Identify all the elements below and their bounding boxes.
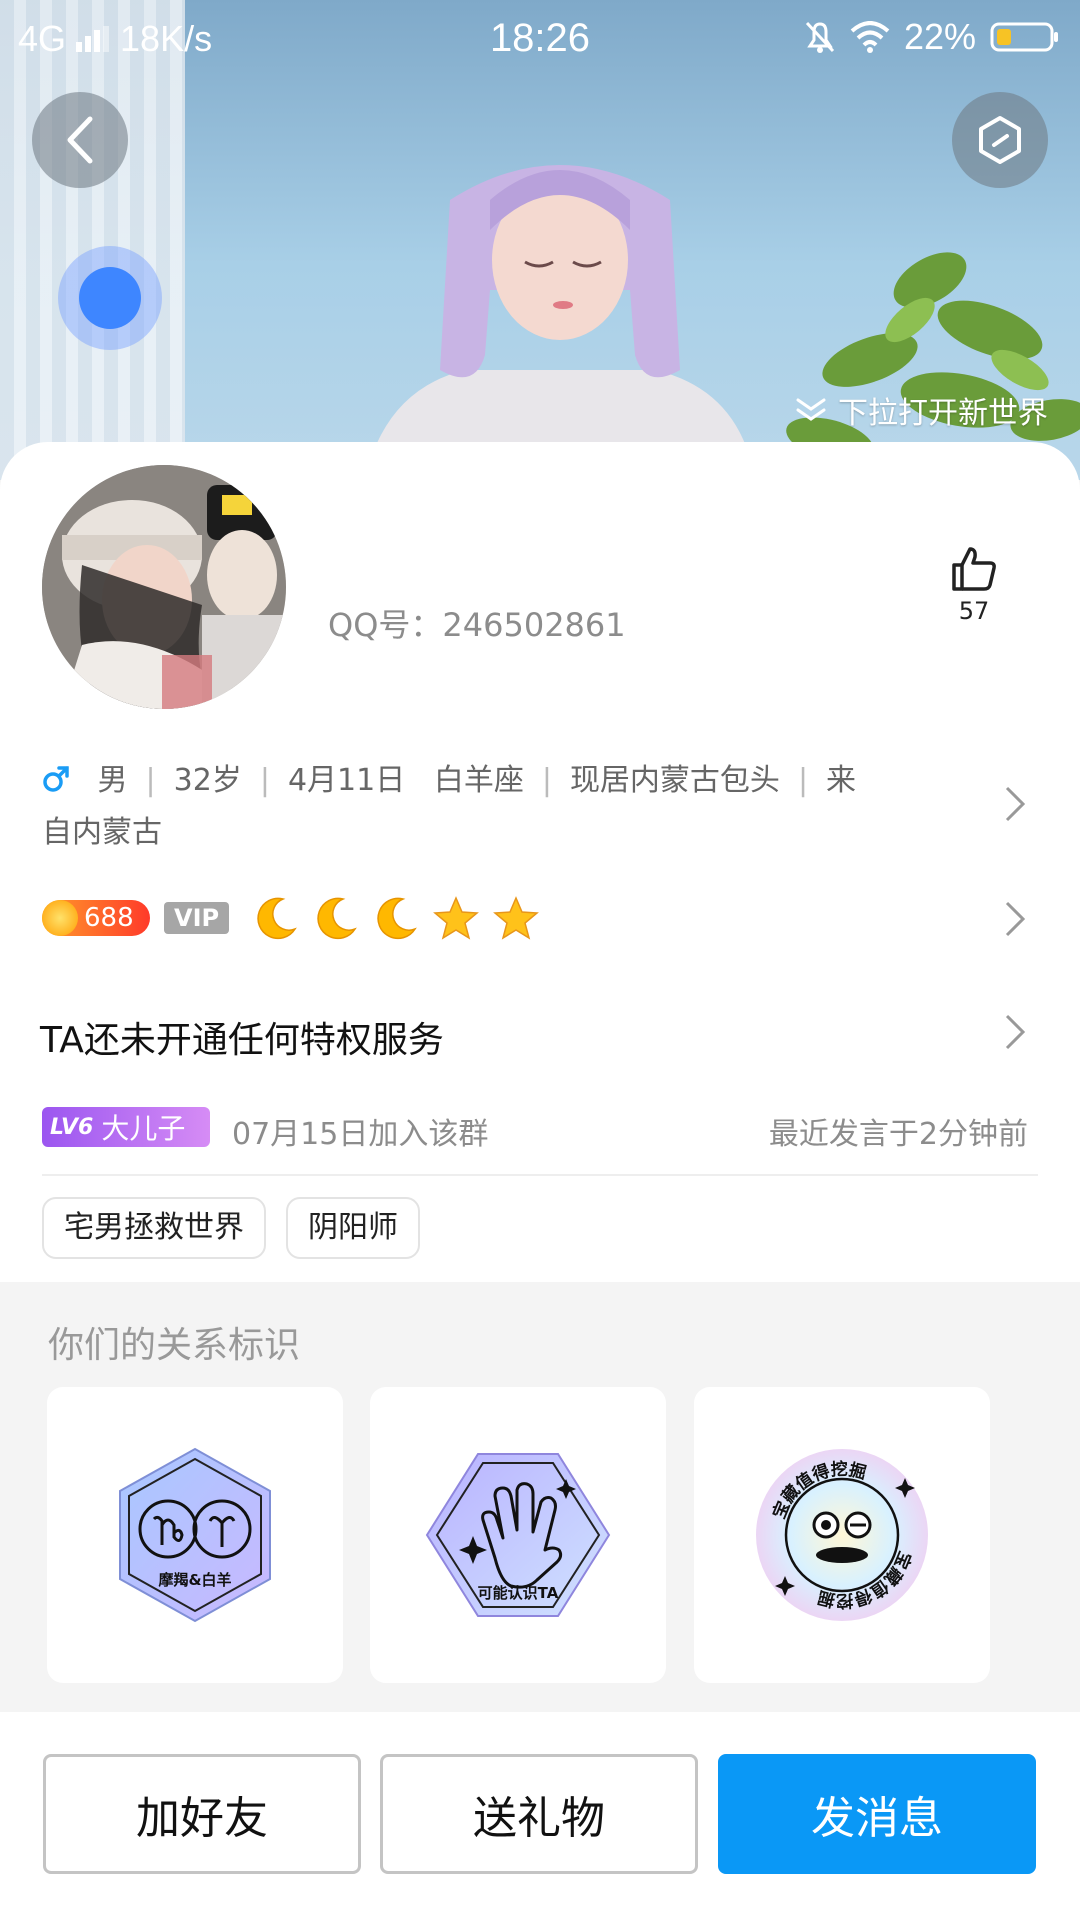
join-date: 07月15日加入该群 — [232, 1117, 489, 1152]
hometown: 自内蒙古 — [42, 815, 162, 850]
3d-avatar-figure — [365, 165, 755, 480]
chevron-right-icon — [1005, 1014, 1026, 1050]
more-button[interactable] — [952, 92, 1048, 188]
relationship-badge-card[interactable]: 宝藏值得挖掘 宝藏值得挖掘 — [694, 1387, 990, 1683]
floating-blue-dot[interactable] — [58, 246, 162, 350]
zodiac: 白羊座 — [433, 763, 524, 798]
relationship-section: 你们的关系标识 摩羯&白羊 可能认识TA 宝藏值得挖掘 宝藏值得挖掘 — [0, 1282, 1080, 1712]
chevron-right-icon — [1005, 901, 1026, 937]
qq-label: QQ号： — [328, 606, 443, 644]
avatar[interactable] — [42, 465, 286, 709]
waving-hand-badge-icon: 可能认识TA — [425, 1453, 611, 1617]
coin-icon — [42, 900, 78, 936]
group-level: LV6 — [50, 1114, 94, 1140]
group-info-row: LV6 大儿子 07月15日加入该群 最近发言于2分钟前 — [42, 1105, 1028, 1152]
badge-label: 摩羯&白羊 — [158, 1571, 231, 1589]
moon-icon — [377, 897, 417, 940]
battery-percent: 22% — [903, 16, 976, 57]
wifi-icon — [850, 21, 890, 53]
level-badges-row[interactable]: 688 VIP — [42, 895, 540, 941]
hometown-prefix: 来 — [826, 763, 857, 798]
avatar-photo — [42, 465, 286, 709]
like-button[interactable]: 57 — [944, 545, 1004, 625]
pull-hint-text: 下拉打开新世界 — [838, 396, 1048, 431]
add-friend-button[interactable]: 加好友 — [43, 1754, 361, 1874]
star-icon — [493, 896, 540, 940]
gender: 男 — [97, 763, 128, 798]
last-spoke: 最近发言于2分钟前 — [768, 1117, 1028, 1152]
profile-cover[interactable]: 4G 18K/s 18:26 22% 下拉打开新世界 — [0, 0, 1080, 480]
moon-icon — [317, 897, 357, 940]
back-button[interactable] — [32, 92, 128, 188]
male-gender-icon — [43, 766, 69, 792]
tag-item[interactable]: 宅男拯救世界 — [42, 1197, 266, 1259]
thumbs-up-icon — [952, 547, 996, 591]
relationship-badge-card[interactable]: 摩羯&白羊 — [47, 1387, 343, 1683]
double-chevron-down-icon — [796, 398, 826, 421]
group-title: 大儿子 — [101, 1112, 186, 1145]
send-gift-button[interactable]: 送礼物 — [380, 1754, 698, 1874]
mute-bell-icon — [805, 21, 835, 53]
coin-level-badge: 688 — [42, 900, 150, 936]
divider — [42, 1174, 1038, 1176]
battery-icon — [990, 22, 1058, 52]
capricorn-aries-badge-icon: 摩羯&白羊 — [119, 1447, 271, 1623]
privilege-row[interactable]: TA还未开通任何特权服务 — [40, 1011, 444, 1063]
plant-decoration — [786, 252, 1080, 463]
action-footer: 加好友 送礼物 发消息 — [0, 1712, 1080, 1920]
relationship-title: 你们的关系标识 — [48, 1325, 301, 1366]
send-message-button[interactable]: 发消息 — [718, 1754, 1036, 1874]
location: 现居内蒙古包头 — [569, 763, 780, 798]
age: 32岁 — [173, 763, 242, 798]
tag-item[interactable]: 阴阳师 — [286, 1197, 420, 1259]
badge-label: 可能认识TA — [478, 1584, 559, 1602]
like-count: 57 — [958, 597, 990, 625]
pull-down-hint[interactable]: 下拉打开新世界 — [794, 388, 1048, 432]
vip-badge: VIP — [164, 902, 230, 934]
group-level-badge: LV6 大儿子 — [42, 1107, 210, 1147]
chevron-right-icon — [1005, 786, 1026, 822]
relationship-badge-card[interactable]: 可能认识TA — [370, 1387, 666, 1683]
hexagon-menu-icon — [979, 116, 1021, 164]
moon-icon — [257, 897, 297, 940]
tag-list: 宅男拯救世界 阴阳师 — [42, 1197, 420, 1259]
status-bar: 4G 18K/s 18:26 22% — [0, 0, 1080, 76]
treasure-face-badge-icon: 宝藏值得挖掘 宝藏值得挖掘 — [756, 1449, 928, 1621]
star-icon — [433, 896, 480, 940]
basic-info-row[interactable]: 男 | 32岁 | 4月11日 白羊座 | 现居内蒙古包头 | 来 自内蒙古 — [42, 755, 882, 859]
back-arrow-icon — [67, 116, 93, 164]
blue-dot-icon — [79, 267, 141, 329]
qq-value: 246502861 — [442, 606, 626, 644]
coin-level: 688 — [84, 903, 134, 933]
birthday: 4月11日 — [287, 763, 406, 798]
qq-number: QQ号：246502861 — [328, 600, 626, 646]
